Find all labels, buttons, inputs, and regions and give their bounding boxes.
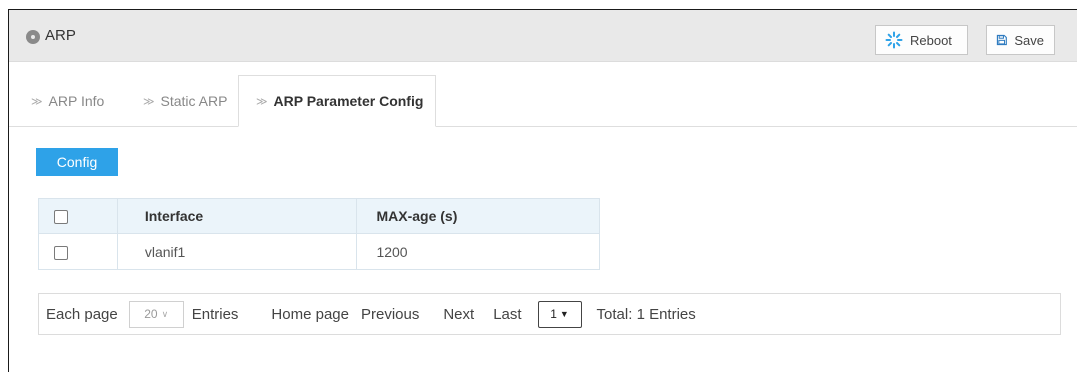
- table-row[interactable]: vlanif1 1200: [38, 233, 600, 270]
- home-page-link[interactable]: Home page: [271, 306, 349, 323]
- column-header-max-age: MAX-age (s): [356, 198, 600, 234]
- chevron-right-icon: ≫: [31, 95, 43, 108]
- tab-label: Static ARP: [160, 93, 228, 109]
- module-title: ARP: [45, 27, 76, 44]
- tab-static-arp[interactable]: ≫ Static ARP: [143, 76, 227, 126]
- chevron-right-icon: ≫: [143, 95, 155, 108]
- current-page-value: 1: [550, 307, 557, 321]
- next-page-link[interactable]: Next: [443, 306, 474, 323]
- reboot-label: Reboot: [910, 32, 952, 48]
- arp-parameter-table: Interface MAX-age (s) vlanif1 1200: [38, 198, 600, 270]
- table-header-row: Interface MAX-age (s): [38, 198, 600, 234]
- interface-cell: vlanif1: [116, 233, 358, 270]
- reboot-icon: [885, 31, 903, 49]
- tab-label: ARP Info: [48, 93, 105, 109]
- save-label: Save: [1014, 32, 1044, 48]
- tab-bar: ≫ ARP Info ≫ Static ARP ≫ ARP Parameter …: [9, 75, 1077, 127]
- module-header: ARP Reboot Save: [9, 10, 1077, 62]
- last-page-link[interactable]: Last: [493, 306, 521, 323]
- page-size-select[interactable]: 20 ∨: [128, 300, 184, 328]
- page-number-select[interactable]: 1 ▼: [537, 300, 582, 328]
- tab-label: ARP Parameter Config: [273, 93, 424, 109]
- select-all-checkbox[interactable]: [54, 210, 68, 225]
- max-age-cell: 1200: [356, 233, 600, 270]
- entries-label: Entries: [191, 305, 239, 323]
- pagination-bar: Each page 20 ∨ Entries Home page Previou…: [38, 293, 1061, 335]
- column-header-interface: Interface: [116, 198, 358, 234]
- config-button[interactable]: Config: [36, 148, 118, 176]
- chevron-right-icon: ≫: [256, 95, 268, 108]
- save-button[interactable]: Save: [986, 25, 1055, 55]
- row-select-cell: [38, 233, 118, 270]
- each-page-label: Each page: [46, 305, 118, 323]
- chevron-down-icon: ∨: [161, 308, 169, 319]
- save-icon: [996, 34, 1007, 46]
- previous-page-link[interactable]: Previous: [361, 306, 419, 323]
- tab-arp-parameter-config[interactable]: ≫ ARP Parameter Config: [238, 75, 437, 127]
- page-size-value: 20: [144, 307, 158, 321]
- reboot-button[interactable]: Reboot: [875, 25, 968, 55]
- module-circle-icon: [26, 30, 40, 44]
- select-all-cell: [38, 198, 118, 234]
- chevron-down-icon: ▼: [559, 309, 569, 319]
- tab-arp-info[interactable]: ≫ ARP Info: [31, 76, 104, 126]
- total-entries-label: Total: 1 Entries: [596, 305, 696, 323]
- row-checkbox[interactable]: [54, 245, 68, 260]
